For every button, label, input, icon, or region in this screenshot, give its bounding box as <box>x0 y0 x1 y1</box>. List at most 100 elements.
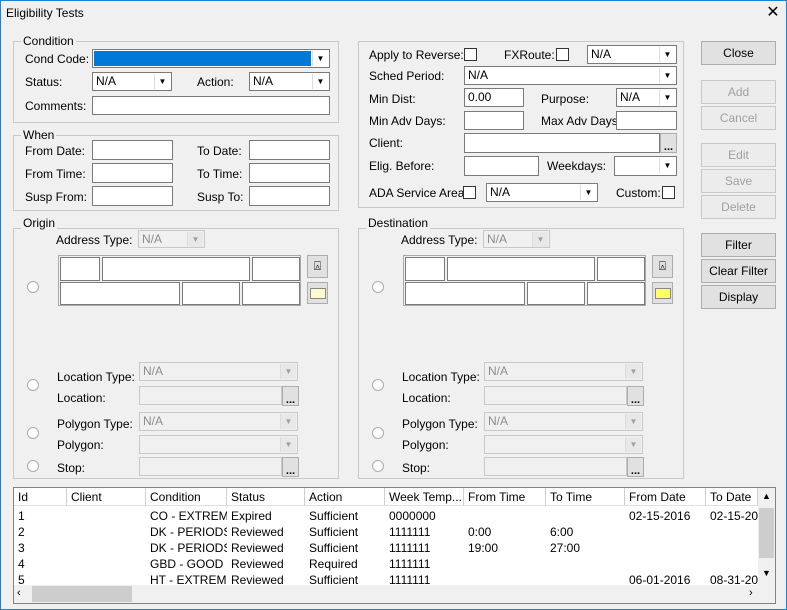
destination-location-radio[interactable] <box>372 379 384 391</box>
destination-stop-radio[interactable] <box>372 460 384 472</box>
client-input[interactable] <box>464 133 660 153</box>
origin-location-browse-button[interactable]: ... <box>282 386 299 406</box>
save-button[interactable]: Save <box>701 169 776 193</box>
column-header[interactable]: From Date <box>625 488 706 506</box>
table-cell[interactable]: Sufficient <box>305 540 385 556</box>
scroll-up-icon[interactable]: ▲ <box>758 488 775 505</box>
address-cell[interactable] <box>587 282 645 305</box>
column-header[interactable]: To Time <box>546 488 625 506</box>
horizontal-scroll-thumb[interactable] <box>32 586 132 602</box>
to-time-input[interactable] <box>249 163 330 183</box>
address-cell[interactable] <box>447 257 595 281</box>
origin-stop-radio[interactable] <box>27 460 39 472</box>
table-cell[interactable]: 6:00 <box>546 524 625 540</box>
comments-input[interactable] <box>92 96 330 115</box>
min-adv-days-input[interactable] <box>464 111 524 130</box>
purpose-select[interactable]: N/A ▼ <box>616 88 677 107</box>
table-cell[interactable]: HT - EXTREM <box>146 572 227 588</box>
address-cell[interactable] <box>182 282 240 305</box>
table-cell[interactable] <box>464 572 546 588</box>
table-cell[interactable] <box>625 556 706 572</box>
origin-mouse-pick-button[interactable]: ⍓ <box>307 255 328 278</box>
table-cell[interactable] <box>546 508 625 524</box>
table-cell[interactable]: 1 <box>14 508 67 524</box>
scroll-right-icon[interactable]: › <box>749 587 753 599</box>
table-cell[interactable]: Sufficient <box>305 524 385 540</box>
destination-stop-browse-button[interactable]: ... <box>627 457 644 477</box>
origin-location-type-select[interactable]: N/A ▼ <box>139 362 298 381</box>
origin-location-input[interactable] <box>139 386 282 405</box>
table-cell[interactable]: 0:00 <box>464 524 546 540</box>
column-header[interactable]: Week Temp... <box>385 488 464 506</box>
destination-location-type-select[interactable]: N/A ▼ <box>484 362 643 381</box>
table-cell[interactable]: 2 <box>14 524 67 540</box>
table-cell[interactable]: 19:00 <box>464 540 546 556</box>
table-cell[interactable] <box>67 556 146 572</box>
max-adv-days-input[interactable] <box>616 111 677 130</box>
table-cell[interactable] <box>67 540 146 556</box>
address-cell[interactable] <box>242 282 300 305</box>
destination-location-browse-button[interactable]: ... <box>627 386 644 406</box>
table-cell[interactable] <box>706 556 758 572</box>
origin-polygon-radio[interactable] <box>27 427 39 439</box>
to-date-input[interactable] <box>249 140 330 160</box>
table-cell[interactable]: 08-31-201 <box>706 572 758 588</box>
from-date-input[interactable] <box>92 140 173 160</box>
destination-location-input[interactable] <box>484 386 627 405</box>
column-header[interactable]: To Date <box>706 488 758 506</box>
column-header[interactable]: Condition <box>146 488 227 506</box>
table-cell[interactable]: Sufficient <box>305 508 385 524</box>
table-cell[interactable] <box>625 524 706 540</box>
destination-address-type-select[interactable]: N/A ▼ <box>483 230 550 248</box>
ada-service-area-select[interactable]: N/A ▼ <box>486 183 598 202</box>
table-cell[interactable]: Reviewed <box>227 556 305 572</box>
clear-filter-button[interactable]: Clear Filter <box>701 259 776 283</box>
table-cell[interactable]: 5 <box>14 572 67 588</box>
table-cell[interactable] <box>464 508 546 524</box>
address-cell[interactable] <box>102 257 250 281</box>
custom-checkbox[interactable] <box>662 186 675 199</box>
origin-polygon-select[interactable]: ▼ <box>139 435 298 454</box>
address-cell[interactable] <box>60 282 180 305</box>
table-cell[interactable] <box>464 556 546 572</box>
table-cell[interactable] <box>67 572 146 588</box>
table-cell[interactable]: Sufficient <box>305 572 385 588</box>
vertical-scrollbar[interactable]: ▲ ▼ <box>758 488 775 585</box>
table-cell[interactable] <box>67 508 146 524</box>
scroll-down-icon[interactable]: ▼ <box>758 568 775 578</box>
table-cell[interactable]: 1111111 <box>385 524 464 540</box>
client-browse-button[interactable]: ... <box>660 133 677 153</box>
vertical-scroll-thumb[interactable] <box>759 508 774 558</box>
origin-envelope-button[interactable] <box>307 282 328 304</box>
address-cell[interactable] <box>252 257 300 281</box>
elig-before-input[interactable] <box>464 156 539 176</box>
table-cell[interactable]: 02-15-201 <box>706 508 758 524</box>
display-button[interactable]: Display <box>701 285 776 309</box>
table-cell[interactable]: Required <box>305 556 385 572</box>
origin-location-radio[interactable] <box>27 379 39 391</box>
address-cell[interactable] <box>527 282 585 305</box>
table-cell[interactable]: 0000000 <box>385 508 464 524</box>
destination-envelope-button[interactable] <box>652 282 673 304</box>
table-cell[interactable] <box>706 524 758 540</box>
address-cell[interactable] <box>405 257 445 281</box>
table-cell[interactable]: Expired <box>227 508 305 524</box>
ada-service-area-checkbox[interactable] <box>463 186 476 199</box>
table-cell[interactable]: 3 <box>14 540 67 556</box>
status-select[interactable]: N/A ▼ <box>92 72 172 91</box>
table-cell[interactable]: 27:00 <box>546 540 625 556</box>
scroll-left-icon[interactable]: ‹ <box>17 587 21 599</box>
table-cell[interactable]: 1111111 <box>385 572 464 588</box>
cancel-button[interactable]: Cancel <box>701 106 776 130</box>
table-cell[interactable]: 02-15-2016 <box>625 508 706 524</box>
destination-polygon-select[interactable]: ▼ <box>484 435 643 454</box>
column-header[interactable]: Id <box>14 488 67 506</box>
origin-stop-browse-button[interactable]: ... <box>282 457 299 477</box>
destination-address-radio[interactable] <box>372 281 384 293</box>
susp-from-input[interactable] <box>92 186 173 206</box>
table-cell[interactable]: GBD - GOOD D <box>146 556 227 572</box>
table-cell[interactable]: 1111111 <box>385 556 464 572</box>
susp-to-input[interactable] <box>249 186 330 206</box>
close-button[interactable]: Close <box>701 41 776 65</box>
table-cell[interactable] <box>67 524 146 540</box>
